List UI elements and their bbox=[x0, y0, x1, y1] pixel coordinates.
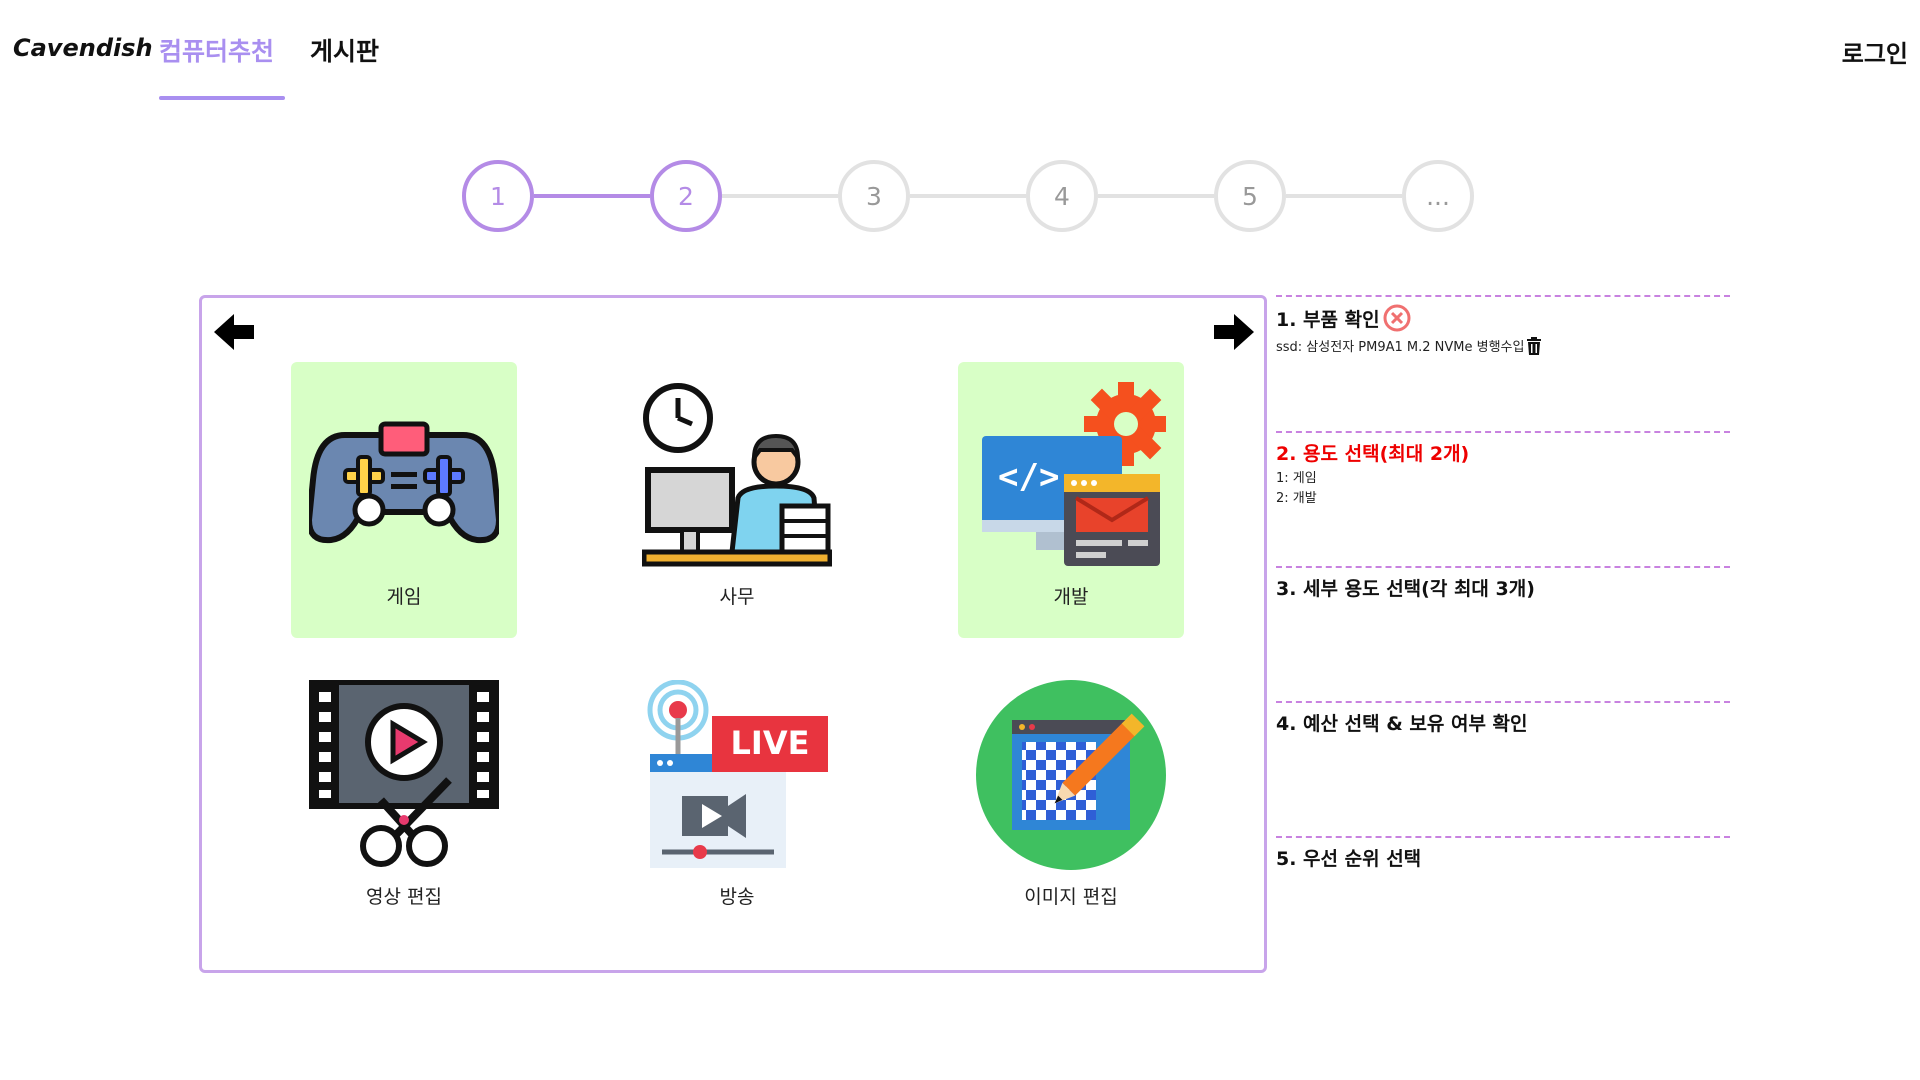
step-connector bbox=[534, 194, 650, 198]
step-progress: 1 2 3 4 5 ... bbox=[462, 160, 1474, 232]
summary-section-title: 3. 세부 용도 선택(각 최대 3개) bbox=[1276, 578, 1535, 600]
code-monitor-icon: </> bbox=[982, 382, 1166, 566]
usage-card-label: 영상 편집 bbox=[366, 886, 442, 908]
usage-card-game[interactable]: 게임 bbox=[291, 362, 517, 638]
step-connector bbox=[1286, 194, 1402, 198]
arrow-left-icon[interactable] bbox=[212, 312, 256, 352]
summary-section-title: 1. 부품 확인 bbox=[1276, 308, 1380, 331]
usage-card-image-editing[interactable]: 이미지 편집 bbox=[958, 662, 1184, 938]
step-2[interactable]: 2 bbox=[650, 160, 722, 232]
summary-section-budget: 4. 예산 선택 & 보유 여부 확인 bbox=[1276, 701, 1730, 736]
summary-part-label: ssd: 삼성전자 PM9A1 M.2 NVMe 병행수입 bbox=[1276, 340, 1525, 355]
close-circle-icon[interactable] bbox=[1382, 303, 1412, 333]
summary-section-parts: 1. 부품 확인 ssd: 삼성전자 PM9A1 M.2 NVMe 병행수입 bbox=[1276, 295, 1730, 355]
trash-icon[interactable] bbox=[1526, 336, 1542, 355]
step-connector bbox=[722, 194, 838, 198]
step-5[interactable]: 5 bbox=[1214, 160, 1286, 232]
step-connector bbox=[910, 194, 1026, 198]
usage-card-video-editing[interactable]: 영상 편집 bbox=[291, 662, 517, 938]
gamepad-icon bbox=[309, 421, 499, 544]
image-edit-icon bbox=[976, 680, 1166, 870]
step-more[interactable]: ... bbox=[1402, 160, 1474, 232]
top-navigation: Cavendish 컴퓨터추천 게시판 로그인 bbox=[0, 0, 1920, 100]
usage-card-label: 개발 bbox=[1053, 586, 1089, 608]
usage-selection-panel: 게임 사무 </> 개발 영상 편집 LIVE 방송 이미지 편집 bbox=[199, 295, 1267, 973]
summary-section-title: 2. 용도 선택(최대 2개) bbox=[1276, 443, 1470, 465]
usage-card-development[interactable]: </> 개발 bbox=[958, 362, 1184, 638]
summary-section-title: 5. 우선 순위 선택 bbox=[1276, 848, 1422, 870]
brand-logo[interactable]: Cavendish bbox=[13, 34, 153, 62]
summary-usage-item: 1: 게임 bbox=[1276, 471, 1317, 486]
summary-section-usage: 2. 용도 선택(최대 2개) 1: 게임 2: 개발 bbox=[1276, 431, 1730, 509]
svg-text:</>: </> bbox=[998, 457, 1059, 497]
step-4[interactable]: 4 bbox=[1026, 160, 1098, 232]
step-1[interactable]: 1 bbox=[462, 160, 534, 232]
usage-card-office[interactable]: 사무 bbox=[624, 362, 850, 638]
login-button[interactable]: 로그인 bbox=[1842, 34, 1908, 69]
summary-part-item: ssd: 삼성전자 PM9A1 M.2 NVMe 병행수입 bbox=[1276, 336, 1730, 355]
live-broadcast-icon: LIVE bbox=[647, 680, 828, 868]
arrow-right-icon[interactable] bbox=[1212, 312, 1256, 352]
usage-card-label: 게임 bbox=[386, 586, 422, 608]
usage-card-label: 이미지 편집 bbox=[1024, 886, 1118, 908]
summary-section-priority: 5. 우선 순위 선택 bbox=[1276, 836, 1730, 871]
office-worker-icon bbox=[642, 383, 832, 567]
summary-section-detail-usage: 3. 세부 용도 선택(각 최대 3개) bbox=[1276, 566, 1730, 601]
usage-card-broadcast[interactable]: LIVE 방송 bbox=[624, 662, 850, 938]
step-3[interactable]: 3 bbox=[838, 160, 910, 232]
film-scissors-icon bbox=[309, 680, 499, 867]
usage-card-label: 방송 bbox=[719, 886, 755, 908]
usage-card-label: 사무 bbox=[719, 586, 755, 608]
step-connector bbox=[1098, 194, 1214, 198]
svg-text:LIVE: LIVE bbox=[731, 724, 810, 762]
nav-tab-computer-recommend[interactable]: 컴퓨터추천 bbox=[159, 32, 285, 100]
nav-tab-board[interactable]: 게시판 bbox=[310, 32, 379, 100]
summary-section-title: 4. 예산 선택 & 보유 여부 확인 bbox=[1276, 713, 1528, 735]
summary-usage-item: 2: 개발 bbox=[1276, 491, 1317, 506]
